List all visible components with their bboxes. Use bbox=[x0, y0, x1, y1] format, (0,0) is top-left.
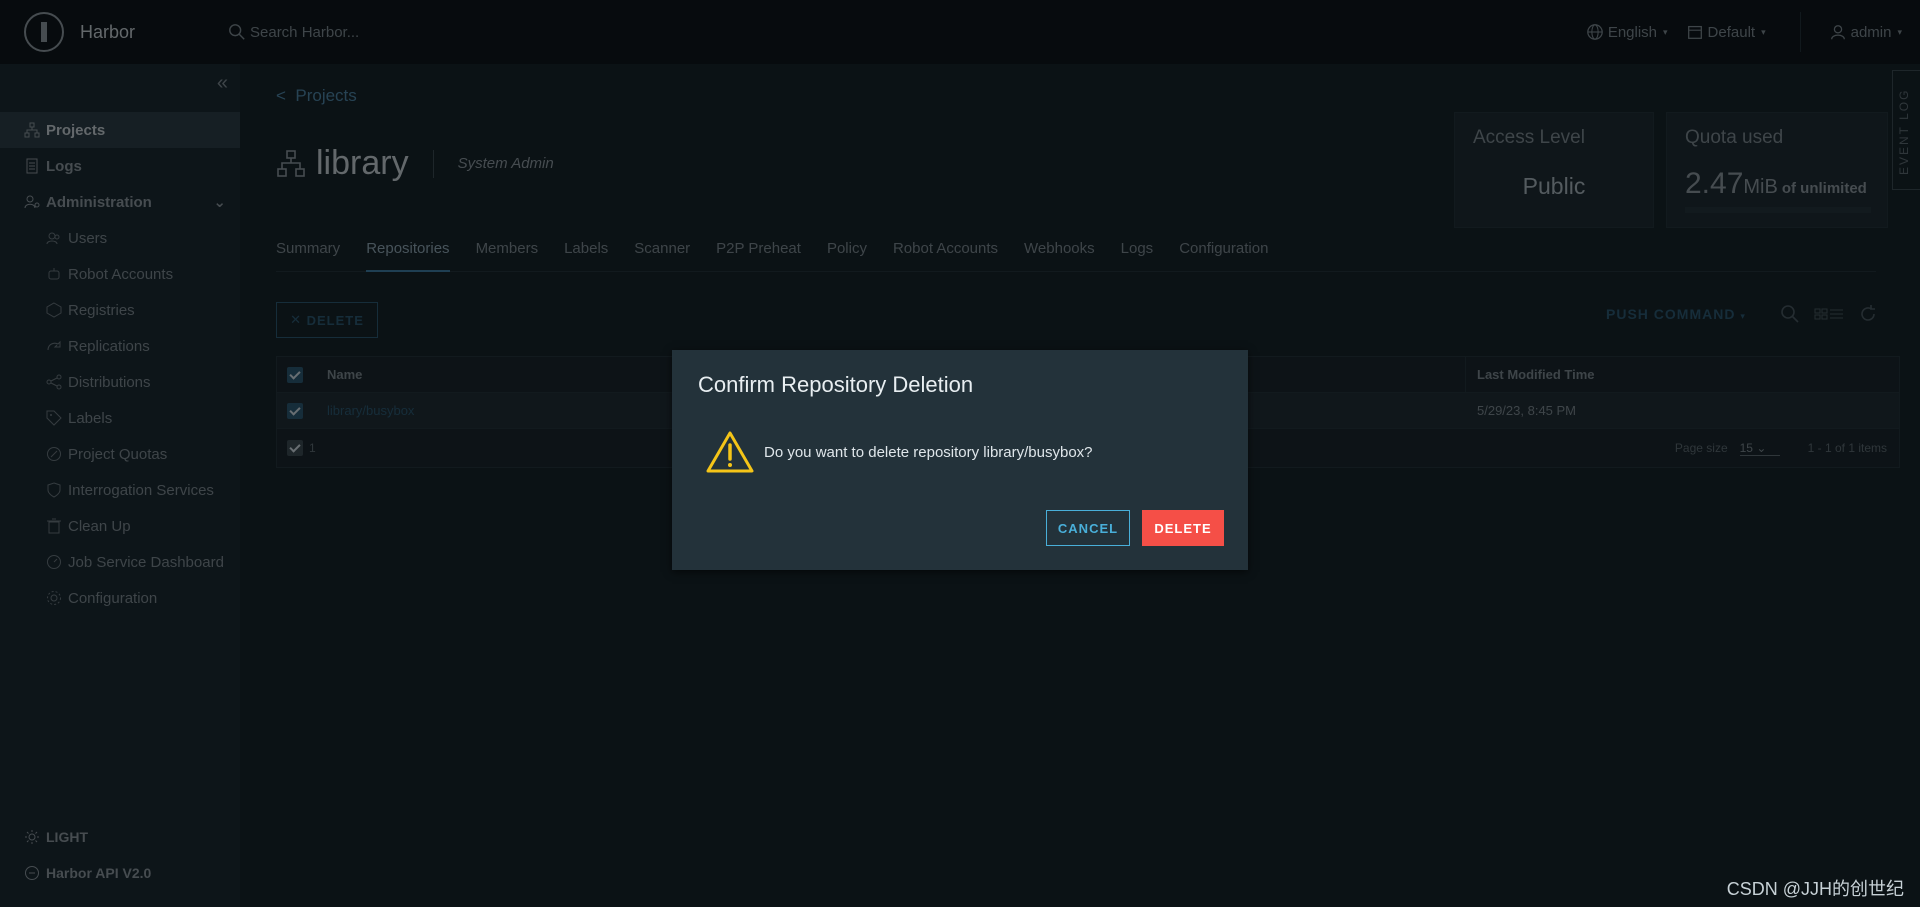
confirm-deletion-dialog: Confirm Repository Deletion Do you want … bbox=[672, 350, 1248, 570]
cancel-button[interactable]: CANCEL bbox=[1046, 510, 1130, 546]
dialog-title: Confirm Repository Deletion bbox=[698, 372, 974, 397]
confirm-delete-button[interactable]: DELETE bbox=[1142, 510, 1224, 546]
watermark: CSDN @JJH的创世纪 bbox=[1726, 879, 1904, 899]
warning-icon bbox=[706, 431, 754, 473]
dialog-body: Do you want to delete repository library… bbox=[706, 430, 1093, 474]
dialog-message: Do you want to delete repository library… bbox=[764, 443, 1093, 461]
